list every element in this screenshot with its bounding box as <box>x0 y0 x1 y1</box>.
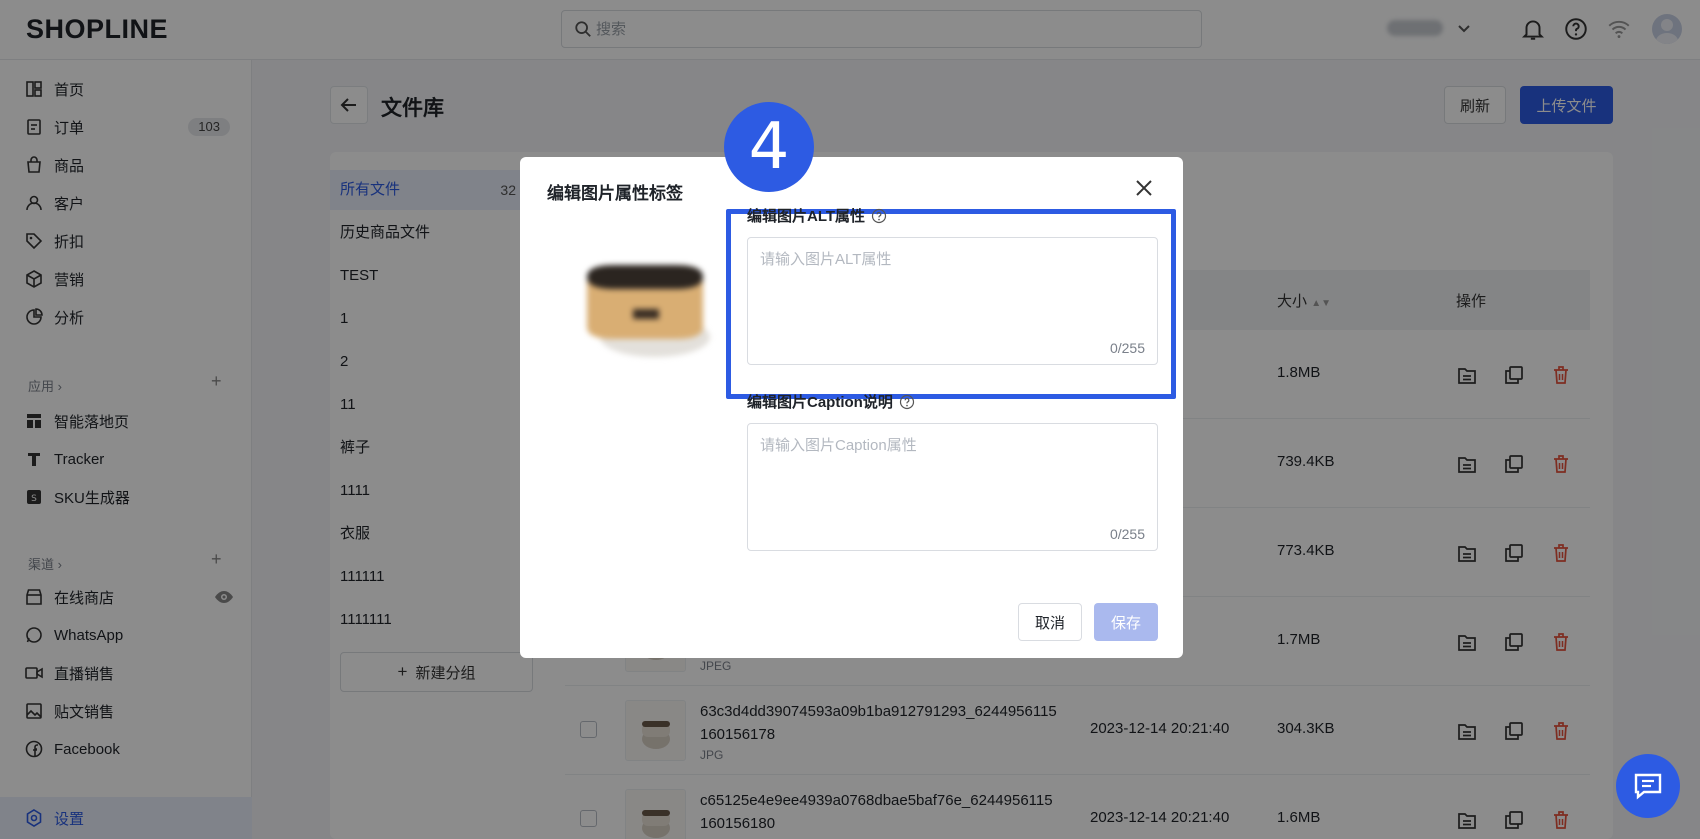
alt-char-count: 0/255 <box>1109 340 1145 356</box>
alt-textarea[interactable] <box>748 238 1157 338</box>
alt-textarea-wrapper: 0/255 <box>747 237 1158 365</box>
chat-icon <box>1634 773 1662 800</box>
close-icon[interactable] <box>1133 177 1155 199</box>
alt-field-label: 编辑图片ALT属性 <box>747 205 887 226</box>
step-number-badge: 4 <box>724 102 814 192</box>
caption-field-label: 编辑图片Caption说明 <box>747 391 915 412</box>
chat-button[interactable] <box>1616 754 1680 818</box>
caption-textarea-wrapper: 0/255 <box>747 423 1158 551</box>
help-icon[interactable] <box>871 208 887 224</box>
caption-char-count: 0/255 <box>1109 526 1145 542</box>
cancel-button[interactable]: 取消 <box>1018 603 1082 641</box>
caption-textarea[interactable] <box>748 424 1157 524</box>
dialog-title: 编辑图片属性标签 <box>547 184 683 203</box>
edit-image-attributes-dialog: 编辑图片属性标签 编辑图片ALT属性 0/255 编辑图片Caption说明 0… <box>520 157 1183 658</box>
image-preview <box>587 265 710 357</box>
save-button[interactable]: 保存 <box>1094 603 1158 641</box>
help-icon[interactable] <box>899 394 915 410</box>
